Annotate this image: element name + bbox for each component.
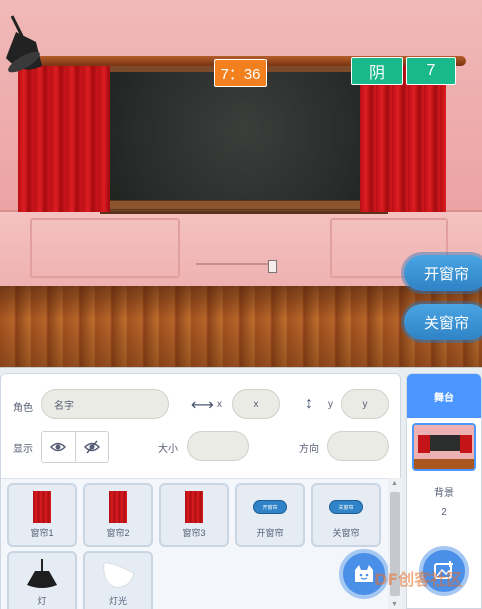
sprite-name: 灯光 [108, 596, 127, 606]
y-axis-label: y [328, 399, 333, 410]
blackboard-ledge [96, 200, 394, 210]
sprite-name: 窗帘2 [106, 528, 130, 538]
sprite-tile[interactable]: 窗帘2 [83, 483, 153, 547]
eye-slash-icon [83, 440, 100, 454]
show-button[interactable] [42, 432, 75, 462]
size-label: 大小 [158, 444, 178, 455]
vertical-arrow-icon: ↕ [305, 395, 313, 412]
button-thumb: 开窗帘 [254, 501, 286, 513]
curtain-icon [185, 491, 203, 523]
eye-icon [50, 442, 67, 452]
weather-display: 阴 [351, 57, 403, 85]
direction-input[interactable] [327, 431, 389, 461]
lamp-icon [27, 559, 57, 588]
light-icon [103, 562, 135, 588]
sprite-label: 角色 [13, 403, 33, 414]
scroll-up-icon[interactable]: ▲ [391, 480, 398, 487]
temperature-display: 7 [406, 57, 456, 85]
x-position-input[interactable]: x [232, 389, 280, 419]
sprite-tile[interactable]: 窗帘3 [159, 483, 229, 547]
wainscot-panel [30, 218, 180, 278]
y-position-input[interactable]: y [341, 389, 389, 419]
sprite-list: 窗帘1 窗帘2 窗帘3 开窗帘 开窗帘 关窗帘 关窗帘 灯 灯光 [1, 478, 389, 609]
visibility-toggle [41, 431, 109, 463]
hide-button[interactable] [74, 432, 109, 462]
sprite-tile[interactable]: 灯光 [83, 551, 153, 609]
curtain-icon [33, 491, 51, 523]
close-curtain-button[interactable]: 关窗帘 [404, 304, 482, 340]
size-input[interactable] [187, 431, 249, 461]
direction-label: 方向 [299, 444, 319, 455]
cat-add-icon [355, 565, 373, 582]
sprite-tile[interactable]: 窗帘1 [7, 483, 77, 547]
curtain-right-sprite[interactable] [360, 66, 446, 212]
sprite-name: 关窗帘 [332, 528, 360, 538]
curtain-icon [109, 491, 127, 523]
lamp-sprite[interactable] [2, 14, 54, 76]
x-axis-label: x [217, 399, 222, 410]
horizontal-arrow-icon: ⟷ [191, 397, 214, 414]
backdrop-label: 背景 [434, 488, 454, 499]
curtain-left-sprite[interactable] [18, 66, 110, 212]
backdrop-count: 2 [441, 507, 447, 518]
watermark: DF创客社区 [374, 570, 463, 589]
sprite-name: 灯 [37, 596, 47, 606]
stage-thumbnail[interactable] [412, 423, 476, 471]
stage-canvas[interactable]: 7：36 阴 7 开窗帘 关窗帘 [0, 0, 482, 368]
sprite-info: 角色 名字 ⟷ x x ↕ y y 显示 大小 方向 [1, 374, 400, 476]
time-display: 7：36 [214, 59, 267, 87]
light-switch [268, 260, 277, 273]
button-thumb: 关窗帘 [330, 501, 362, 513]
stage-panel-title[interactable]: 舞台 [407, 374, 481, 418]
sprite-name-input[interactable]: 名字 [41, 389, 169, 419]
wall-wire [196, 263, 268, 265]
scroll-down-icon[interactable]: ▼ [391, 601, 398, 608]
sprite-name: 窗帘3 [182, 528, 206, 538]
blackboard [110, 72, 378, 202]
sprite-tile[interactable]: 开窗帘 开窗帘 [235, 483, 305, 547]
show-label: 显示 [13, 444, 33, 455]
sprite-name: 开窗帘 [256, 528, 284, 538]
sprite-panel: 角色 名字 ⟷ x x ↕ y y 显示 大小 方向 窗帘1 窗帘2 窗帘3 开… [0, 373, 402, 609]
sprite-tile[interactable]: 灯 [7, 551, 77, 609]
open-curtain-button[interactable]: 开窗帘 [404, 255, 482, 291]
sprite-tile[interactable]: 关窗帘 关窗帘 [311, 483, 381, 547]
sprite-name: 窗帘1 [30, 528, 54, 538]
